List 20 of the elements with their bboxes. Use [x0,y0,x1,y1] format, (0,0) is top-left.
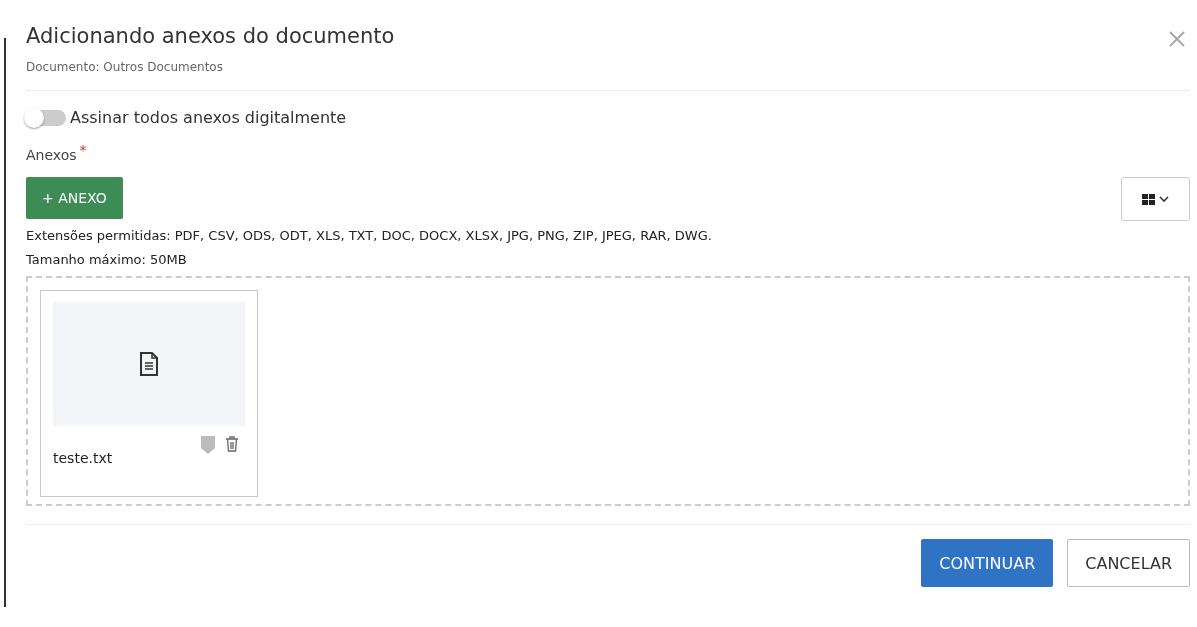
chevron-down-icon [1159,196,1169,202]
max-size: Tamanho máximo: 50MB [26,251,188,269]
continue-button[interactable]: CONTINUAR [921,539,1054,587]
dialog-title: Adicionando anexos do documento [26,24,395,48]
file-name: teste.txt [53,450,113,466]
allowed-extensions: Extensões permitidas: PDF, CSV, ODS, ODT, XLS, TXT, DOC, DOCX, XLSX, JPG, PNG, ZIP, JPEG, RAR, DWG. [26,227,713,245]
toggle-label: Assinar todos anexos digitalmente [70,108,347,127]
add-attachment-button[interactable]: + ANEXO [26,177,123,219]
grid-icon [1142,193,1155,205]
shield-icon[interactable] [201,436,215,454]
field-label: Anexos [26,147,77,163]
document-icon [140,352,158,376]
view-mode-dropdown[interactable] [1121,177,1190,221]
toggle-switch[interactable] [26,109,66,126]
close-icon[interactable] [1168,30,1186,48]
dialog-subtitle: Documento: Outros Documentos [26,60,224,74]
cancel-button[interactable]: CANCELAR [1067,539,1190,587]
trash-icon[interactable] [225,436,239,452]
drop-zone[interactable]: teste.txt [26,276,1190,506]
required-mark: * [79,142,87,158]
